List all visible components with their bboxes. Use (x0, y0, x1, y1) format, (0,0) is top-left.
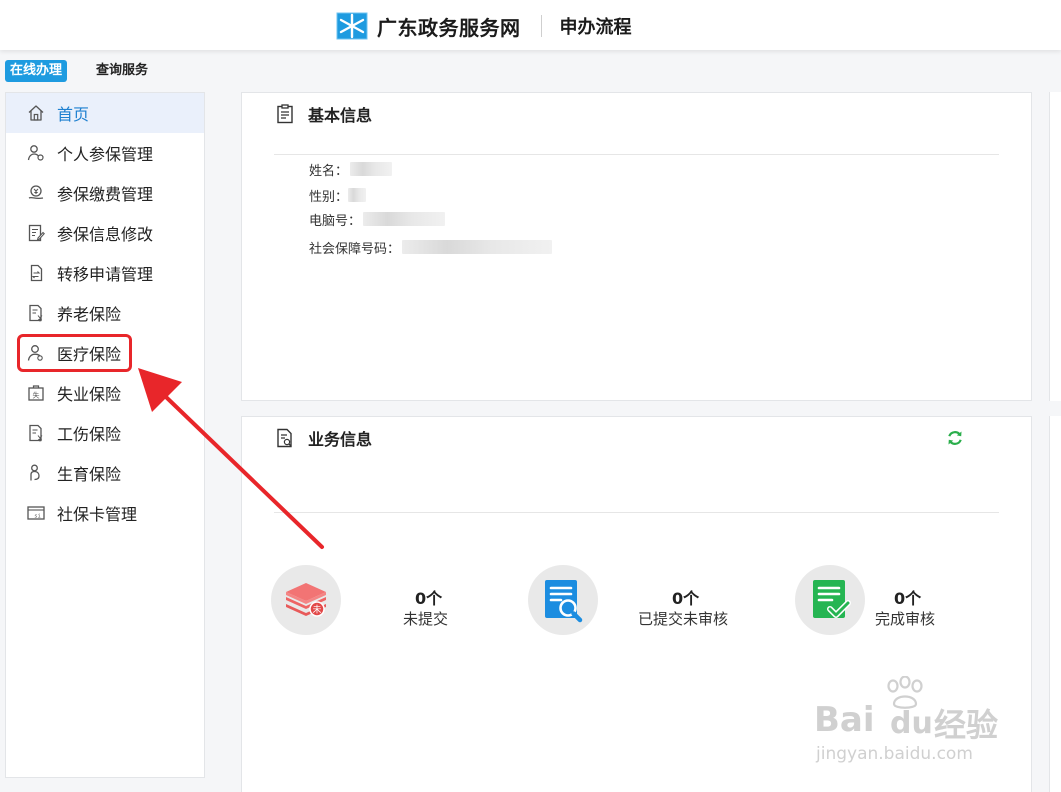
sidebar-item-medical[interactable]: 医疗保险 (6, 333, 204, 373)
sidebar-item-maternity[interactable]: 生育保险 (6, 453, 204, 493)
redacted-value (363, 212, 446, 226)
basic-info-card: 基本信息 姓名： 性别： 电脑号： 社会保障号码： (241, 92, 1032, 401)
sidebar-item-pension[interactable]: 养老保险 (6, 293, 204, 333)
right-panel-edge (1049, 92, 1061, 401)
sidebar: 首页 个人参保管理 参保缴费管理 参保信息修改 转移申请管理 养老保险 医疗保险… (5, 92, 205, 778)
business-info-card: 业务信息 未 0个 未提交 0个 已提交未审核 0个 完成审核 (241, 416, 1032, 792)
refresh-icon[interactable] (946, 429, 964, 447)
site-name: 广东政务服务网 (377, 15, 521, 40)
stat-count: 0个 (672, 589, 700, 608)
basic-info-divider (274, 154, 999, 155)
sidebar-item-label: 工伤保险 (57, 425, 122, 444)
edit-doc-icon (26, 223, 46, 243)
user-group-icon (26, 143, 46, 163)
info-label-social-security-number: 社会保障号码： (309, 241, 401, 257)
tab-query-service[interactable]: 查询服务 (91, 60, 153, 82)
search-doc-icon (528, 565, 598, 635)
sidebar-item-transfer[interactable]: 转移申请管理 (6, 253, 204, 293)
info-label-gender: 性别： (309, 189, 349, 205)
redacted-value (348, 188, 367, 202)
sidebar-item-label: 生育保险 (57, 465, 122, 484)
logo-icon (336, 12, 368, 40)
right-panel-edge (1049, 416, 1061, 792)
stat-not-submitted[interactable]: 未 0个 未提交 (271, 565, 471, 635)
doc-search-icon (277, 428, 292, 448)
sidebar-item-label: 社保卡管理 (57, 505, 138, 524)
unemployment-icon: 失 (26, 383, 46, 403)
basic-info-header: 基本信息 (274, 103, 372, 125)
sidebar-item-label: 首页 (57, 105, 90, 124)
brand[interactable]: 广东政务服务网 申办流程 (336, 10, 632, 42)
redacted-value (402, 240, 553, 254)
info-label-name: 姓名： (309, 163, 349, 179)
sidebar-item-payment[interactable]: 参保缴费管理 (6, 173, 204, 213)
payment-icon (26, 183, 46, 203)
sidebar-item-label: 参保缴费管理 (57, 185, 154, 204)
stat-submitted-pending[interactable]: 0个 已提交未审核 (528, 565, 768, 635)
sidebar-item-label: 转移申请管理 (57, 265, 154, 284)
sidebar-item-label: 参保信息修改 (57, 225, 154, 244)
pension-doc-icon (26, 303, 46, 323)
business-info-title: 业务信息 (308, 430, 373, 449)
sidebar-item-label: 养老保险 (57, 305, 122, 324)
business-info-divider (274, 512, 999, 513)
stat-label: 未提交 (403, 610, 449, 628)
business-info-header: 业务信息 (274, 427, 372, 449)
sidebar-item-label: 失业保险 (57, 385, 122, 404)
info-row-gender: 性别： (309, 185, 367, 205)
sidebar-item-unemployment[interactable]: 失 失业保险 (6, 373, 204, 413)
stat-label: 已提交未审核 (638, 610, 729, 628)
stat-label: 完成审核 (875, 610, 936, 628)
page-section-title: 申办流程 (559, 17, 632, 38)
header-divider (540, 15, 542, 37)
sidebar-item-personal-insurance[interactable]: 个人参保管理 (6, 133, 204, 173)
svg-text:失: 失 (33, 391, 40, 400)
maternity-icon (26, 463, 46, 483)
sidebar-item-label: 个人参保管理 (57, 145, 154, 164)
sidebar-item-label: 医疗保险 (57, 345, 122, 364)
stat-count: 0个 (415, 589, 443, 608)
basic-info-title: 基本信息 (308, 106, 373, 125)
sidebar-item-work-injury[interactable]: 工伤保险 (6, 413, 204, 453)
top-header: 广东政务服务网 申办流程 (0, 0, 1061, 50)
sidebar-item-home[interactable]: 首页 (6, 93, 204, 133)
redacted-value (350, 162, 393, 176)
svg-text:未: 未 (312, 604, 321, 616)
clipboard-icon (277, 104, 293, 124)
sidebar-item-info-edit[interactable]: 参保信息修改 (6, 213, 204, 253)
mode-tabs: 在线办理 查询服务 (5, 60, 153, 82)
info-row-name: 姓名： (309, 159, 393, 179)
sidebar-item-card[interactable]: si 社保卡管理 (6, 493, 204, 533)
stat-review-completed[interactable]: 0个 完成审核 (795, 565, 995, 635)
info-row-social-security-number: 社会保障号码： (309, 237, 553, 257)
medical-user-icon (26, 343, 46, 363)
info-row-computer-number: 电脑号： (309, 209, 446, 229)
stat-count: 0个 (894, 589, 922, 608)
home-icon (26, 103, 46, 123)
tab-online-handling[interactable]: 在线办理 (5, 60, 68, 82)
svg-text:si: si (34, 513, 41, 519)
info-label-computer-number: 电脑号： (309, 213, 362, 229)
transfer-icon (26, 263, 46, 283)
stack-icon: 未 (271, 565, 341, 635)
card-icon: si (26, 503, 46, 523)
approved-doc-icon (795, 565, 865, 635)
injury-doc-icon (26, 423, 46, 443)
